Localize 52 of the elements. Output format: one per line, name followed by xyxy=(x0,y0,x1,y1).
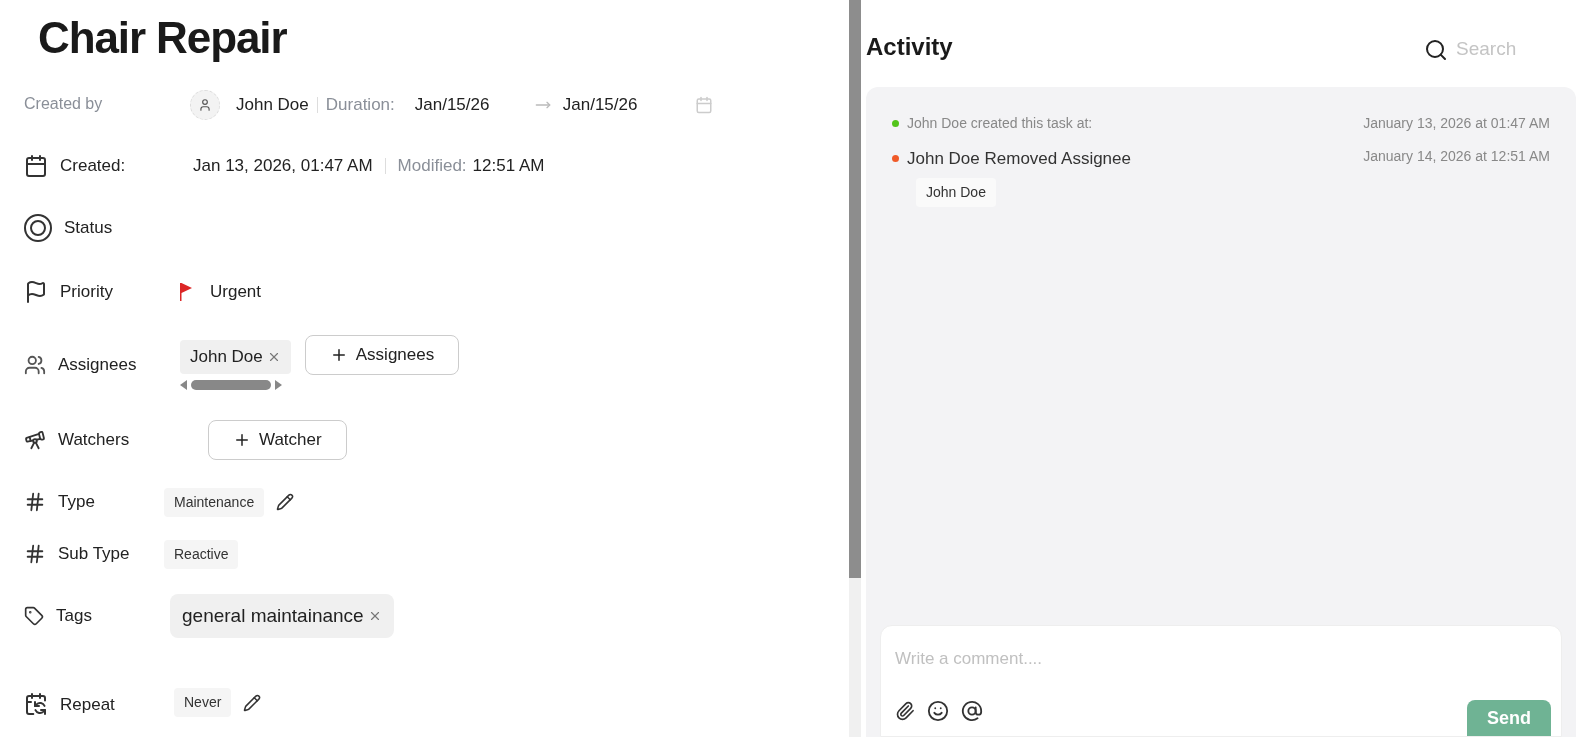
add-assignees-button[interactable]: Assignees xyxy=(304,335,460,375)
hash-icon xyxy=(24,543,46,565)
users-icon xyxy=(24,354,46,376)
value-tag: Reactive xyxy=(164,539,239,569)
start-date[interactable]: Jan/15/26 xyxy=(414,92,535,118)
field-label: Tags xyxy=(56,605,92,628)
activity-title: Activity xyxy=(866,31,953,62)
calendar-icon xyxy=(24,154,48,178)
tag-icon xyxy=(24,606,44,626)
activity-text: John Doe Removed Assignee xyxy=(907,148,1131,170)
field-label: Watchers xyxy=(58,429,130,452)
calendar-repeat-icon xyxy=(24,692,48,717)
comment-field[interactable]: Write a comment.... xyxy=(895,646,1547,672)
field-label: Repeat xyxy=(60,693,115,716)
mention-icon[interactable] xyxy=(961,700,983,722)
search-icon[interactable] xyxy=(1424,37,1448,62)
activity-text: John Doe created this task at: xyxy=(907,114,1093,133)
created-date: Jan 13, 2026, 01:47 AM xyxy=(193,155,373,178)
creator-name: John Doe xyxy=(236,94,309,117)
telescope-icon xyxy=(24,429,46,451)
paperclip-icon[interactable] xyxy=(895,701,915,721)
value-tag: Never xyxy=(174,688,232,717)
avatar-icon xyxy=(190,90,220,120)
field-label: Status xyxy=(64,217,113,240)
edit-icon[interactable] xyxy=(243,693,262,712)
modified-label: Modified: xyxy=(397,155,467,178)
value-tag: Maintenance xyxy=(164,487,265,517)
flag-icon xyxy=(24,280,48,304)
assignee-chip: John Doe xyxy=(916,177,996,207)
plus-icon xyxy=(233,431,251,449)
priority-value[interactable]: Urgent xyxy=(210,279,262,305)
hash-icon xyxy=(24,491,46,513)
activity-time: January 14, 2026 at 12:51 AM xyxy=(1363,147,1550,166)
field-label: Assignees xyxy=(58,354,137,377)
scrollbar[interactable] xyxy=(849,0,861,737)
search-field[interactable]: Search xyxy=(1456,35,1536,64)
field-label: Sub Type xyxy=(58,543,130,566)
status-icon xyxy=(24,214,52,242)
duration-label: Duration: xyxy=(325,94,395,117)
add-watcher-button[interactable]: Watcher xyxy=(208,420,347,460)
field-label: Created: xyxy=(60,155,126,178)
modified-time: 12:51 AM xyxy=(472,155,545,178)
assignee-chip[interactable]: John Doe xyxy=(180,340,291,374)
field-label: Type xyxy=(58,491,95,514)
end-date[interactable]: Jan/15/26 xyxy=(562,92,683,118)
task-title: Chair Repair xyxy=(38,11,287,64)
field-label: Created by xyxy=(24,95,103,112)
field-label: Priority xyxy=(60,281,113,304)
activity-time: January 13, 2026 at 01:47 AM xyxy=(1363,114,1550,133)
emoji-icon[interactable] xyxy=(927,700,949,722)
edit-icon[interactable] xyxy=(276,493,295,511)
tag-chip[interactable]: general maintainance xyxy=(170,593,394,639)
